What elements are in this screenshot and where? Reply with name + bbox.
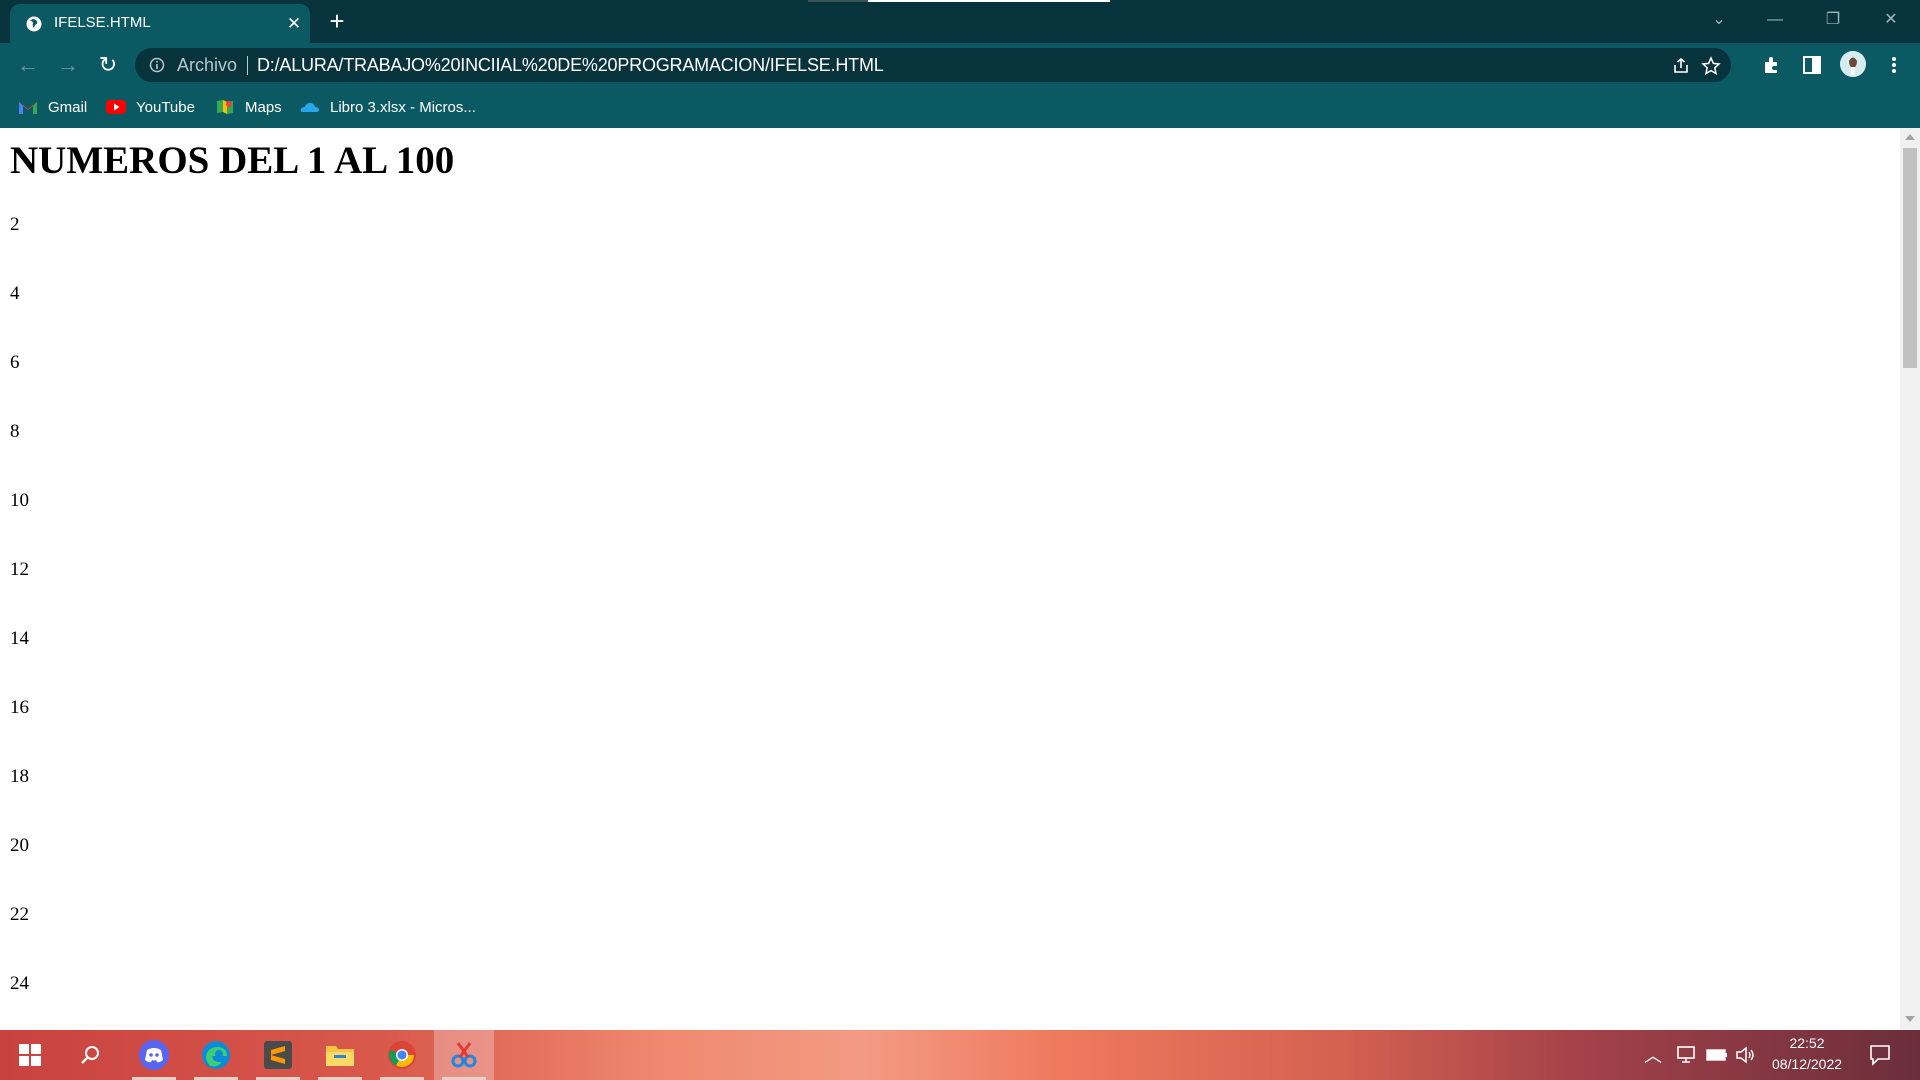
- forward-button[interactable]: →: [54, 51, 82, 79]
- taskbar-file-explorer[interactable]: [310, 1030, 370, 1080]
- windows-taskbar: ︿ 22:52 08/12/2022: [0, 1030, 1920, 1080]
- address-bar[interactable]: Archivo D:/ALURA/TRABAJO%20INCIIAL%20DE%…: [135, 48, 1731, 82]
- youtube-icon: [106, 100, 126, 114]
- browser-toolbar: ← → ↻ Archivo D:/ALURA/TRABAJO%20INCIIAL…: [0, 43, 1920, 86]
- number-line: 24: [10, 973, 29, 994]
- battery-icon[interactable]: [1706, 1047, 1728, 1063]
- discord-icon: [139, 1040, 169, 1070]
- bookmarks-bar: Gmail YouTube Maps Libro 3.xlsx - Micros…: [0, 86, 1920, 128]
- scrollbar-thumb[interactable]: [1903, 148, 1917, 368]
- url-text[interactable]: D:/ALURA/TRABAJO%20INCIIAL%20DE%20PROGRA…: [257, 55, 884, 76]
- number-line: 12: [10, 559, 29, 580]
- number-line: 6: [10, 352, 20, 373]
- tab-search-icon[interactable]: ⌄: [1696, 6, 1742, 34]
- tab-ifelse[interactable]: IFELSE.HTML ✕: [10, 4, 310, 43]
- share-icon[interactable]: [1671, 56, 1691, 76]
- number-line: 4: [10, 283, 20, 304]
- side-panel-icon[interactable]: [1801, 54, 1823, 76]
- bookmark-libro3[interactable]: Libro 3.xlsx - Micros...: [300, 96, 476, 118]
- bookmark-label: Gmail: [48, 98, 88, 116]
- extensions-icon[interactable]: [1761, 54, 1783, 76]
- number-line: 14: [10, 628, 29, 649]
- bookmark-maps[interactable]: Maps: [215, 96, 282, 118]
- number-line: 20: [10, 835, 29, 856]
- number-line: 22: [10, 904, 29, 925]
- page-heading: NUMEROS DEL 1 AL 100: [10, 139, 455, 182]
- snipping-tool-icon: [451, 1042, 477, 1068]
- profile-avatar[interactable]: [1840, 51, 1866, 77]
- taskbar-edge[interactable]: [186, 1030, 246, 1080]
- notifications-icon[interactable]: [1869, 1044, 1891, 1066]
- taskbar-sublime[interactable]: [248, 1030, 308, 1080]
- show-hidden-icons-icon[interactable]: ︿: [1644, 1042, 1662, 1068]
- number-line: 16: [10, 697, 29, 718]
- bookmark-star-icon[interactable]: [1701, 56, 1721, 76]
- scheme-label: Archivo: [177, 55, 238, 75]
- number-line: 2: [10, 214, 20, 235]
- clock-time[interactable]: 22:52: [1766, 1035, 1848, 1051]
- back-button[interactable]: ←: [14, 51, 42, 79]
- bookmark-label: Libro 3.xlsx - Micros...: [330, 98, 476, 116]
- title-strip-dark: [808, 0, 868, 2]
- page-viewport: NUMEROS DEL 1 AL 100 2 4 6 8 10 12 14 16…: [0, 128, 1900, 1030]
- search-button[interactable]: [60, 1030, 120, 1080]
- number-line: 10: [10, 490, 29, 511]
- taskbar-snipping-tool[interactable]: [434, 1030, 494, 1080]
- tab-title: IFELSE.HTML: [54, 14, 151, 31]
- taskbar-discord[interactable]: [124, 1030, 184, 1080]
- start-button[interactable]: [0, 1030, 60, 1080]
- new-tab-button[interactable]: +: [326, 8, 348, 34]
- search-icon: [81, 1046, 99, 1064]
- scroll-down-arrow-icon[interactable]: [1905, 1016, 1915, 1022]
- minimize-button[interactable]: —: [1752, 6, 1798, 34]
- globe-icon: [26, 16, 42, 32]
- menu-icon[interactable]: [1883, 54, 1905, 76]
- onedrive-icon: [300, 103, 319, 112]
- close-window-button[interactable]: ✕: [1868, 6, 1914, 34]
- clock-date[interactable]: 08/12/2022: [1766, 1056, 1848, 1072]
- restore-button[interactable]: ❐: [1810, 6, 1856, 34]
- bookmark-label: YouTube: [136, 98, 195, 116]
- avatar-icon: [1840, 51, 1866, 77]
- file-explorer-icon: [326, 1046, 354, 1066]
- gmail-icon: [19, 102, 37, 114]
- taskbar-chrome[interactable]: [372, 1030, 432, 1080]
- number-line: 18: [10, 766, 29, 787]
- reload-button[interactable]: ↻: [94, 51, 122, 79]
- bookmark-youtube[interactable]: YouTube: [106, 96, 195, 118]
- number-line: 8: [10, 421, 20, 442]
- vertical-scrollbar[interactable]: [1900, 128, 1920, 1030]
- omnibox-divider: [247, 56, 248, 75]
- bookmark-gmail[interactable]: Gmail: [18, 96, 87, 118]
- scroll-up-arrow-icon[interactable]: [1905, 134, 1915, 140]
- chrome-icon: [388, 1041, 416, 1069]
- maps-icon: [217, 100, 233, 114]
- network-icon[interactable]: [1676, 1045, 1698, 1065]
- browser-titlebar: IFELSE.HTML ✕ + ⌄ — ❐ ✕: [0, 0, 1920, 43]
- windows-start-icon: [19, 1044, 41, 1066]
- volume-icon[interactable]: [1735, 1045, 1757, 1065]
- bookmark-label: Maps: [245, 98, 282, 116]
- tab-close-icon[interactable]: ✕: [284, 14, 304, 34]
- edge-icon: [202, 1041, 230, 1069]
- sublime-text-icon: [264, 1041, 292, 1069]
- info-icon[interactable]: [149, 57, 165, 73]
- title-strip: [868, 0, 1110, 2]
